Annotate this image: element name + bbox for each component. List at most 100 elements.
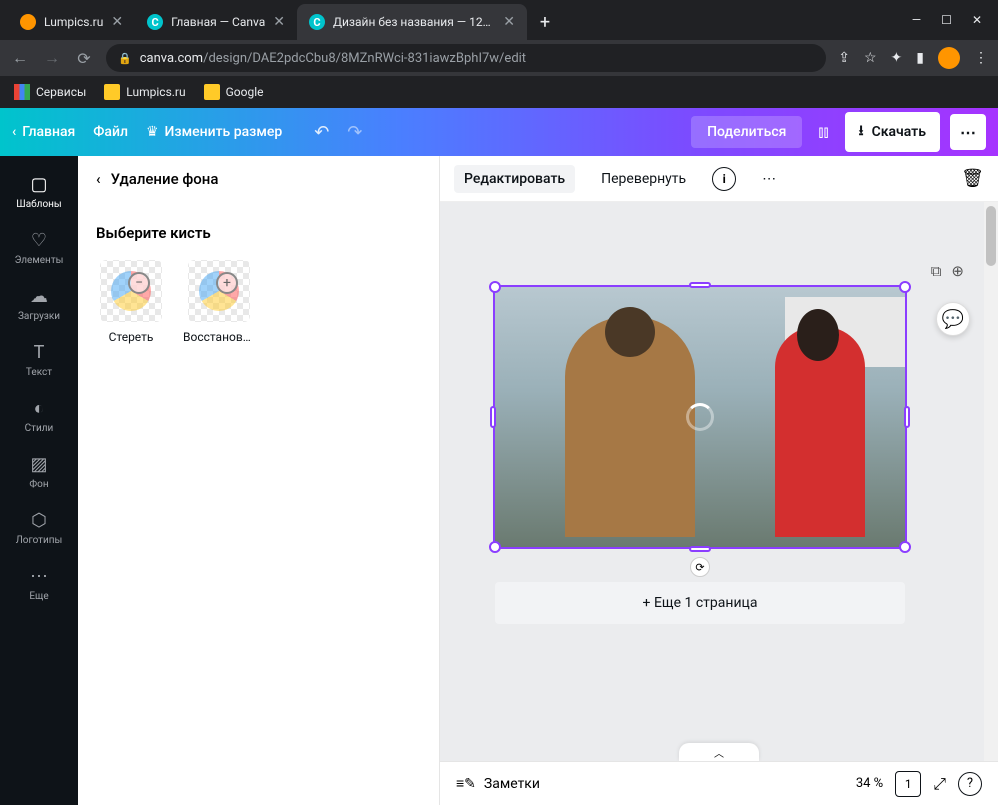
download-button[interactable]: ⭳ Скачать <box>845 112 940 152</box>
scrollbar-vertical[interactable] <box>984 202 998 761</box>
reload-icon[interactable]: ⟳ <box>74 49 94 68</box>
tab-lumpics[interactable]: Lumpics.ru ✕ <box>8 4 135 40</box>
uploads-icon: ☁ <box>30 286 48 307</box>
bookmark-google[interactable]: Google <box>204 84 264 100</box>
lock-icon: 🔒 <box>118 52 132 65</box>
help-icon[interactable]: ? <box>958 772 982 796</box>
resize-handle-tl[interactable] <box>489 281 501 293</box>
pages-drawer-toggle[interactable]: ︿ <box>679 743 759 761</box>
rail-logos[interactable]: ⬡Логотипы <box>0 500 78 556</box>
rail-text[interactable]: TТекст <box>0 332 78 388</box>
browser-titlebar: Lumpics.ru ✕ C Главная — Canva ✕ C Дизай… <box>0 0 998 40</box>
tab-canva-home[interactable]: C Главная — Canva ✕ <box>135 4 297 40</box>
menu-icon[interactable]: ⋮ <box>974 50 988 66</box>
more-button[interactable]: ⋯ <box>950 114 986 150</box>
resize-button[interactable]: ♛ Изменить размер <box>146 124 282 140</box>
undo-icon[interactable]: ↶ <box>314 122 329 143</box>
forward-icon[interactable]: → <box>42 48 62 68</box>
brush-erase[interactable]: − Стереть <box>96 260 166 344</box>
resize-label: Изменить размер <box>165 124 283 140</box>
bookmark-lumpics[interactable]: Lumpics.ru <box>104 84 185 100</box>
plus-icon: + <box>216 272 238 294</box>
favicon-icon <box>20 14 36 30</box>
home-button[interactable]: ‹ Главная <box>12 124 75 140</box>
add-page-icon[interactable]: ⊕ <box>951 262 964 280</box>
rotate-handle[interactable]: ⟳ <box>690 557 710 577</box>
rail-label: Логотипы <box>16 535 63 546</box>
star-icon[interactable]: ☆ <box>864 50 877 66</box>
add-page-button[interactable]: + Еще 1 страница <box>495 582 905 624</box>
back-icon[interactable]: ← <box>10 48 30 68</box>
extensions-icon[interactable]: ✦ <box>891 50 903 66</box>
canvas-page[interactable]: ⟳ <box>495 287 905 547</box>
topbar-left: ‹ Главная Файл ♛ Изменить размер <box>12 124 282 140</box>
rail-elements[interactable]: ♡Элементы <box>0 220 78 276</box>
file-button[interactable]: Файл <box>93 124 128 140</box>
notes-icon: ≡✎ <box>456 775 476 792</box>
resize-handle-right[interactable] <box>904 406 910 428</box>
rail-uploads[interactable]: ☁Загрузки <box>0 276 78 332</box>
side-rail: ▢Шаблоны ♡Элементы ☁Загрузки TТекст ◐ Сти… <box>0 156 78 805</box>
rail-label: Шаблоны <box>16 199 61 210</box>
redo-icon[interactable]: ↷ <box>347 122 362 143</box>
resize-handle-top[interactable] <box>689 282 711 288</box>
rail-label: Элементы <box>15 255 64 266</box>
panel-title: Удаление фона <box>111 170 219 188</box>
rail-more[interactable]: ⋯Еще <box>0 556 78 612</box>
new-tab-button[interactable]: + <box>531 8 559 36</box>
rail-templates[interactable]: ▢Шаблоны <box>0 164 78 220</box>
share-url-icon[interactable]: ⇪ <box>838 50 850 66</box>
tab-label: Главная — Canva <box>171 15 265 29</box>
panel-back-button[interactable]: ‹ Удаление фона <box>96 170 421 188</box>
bookmark-label: Сервисы <box>36 85 86 99</box>
maximize-icon[interactable]: ☐ <box>941 13 952 27</box>
context-more-icon[interactable]: ⋯ <box>752 165 786 193</box>
brush-label: Стереть <box>109 330 154 344</box>
resize-handle-bl[interactable] <box>489 541 501 553</box>
trash-icon[interactable]: 🗑 <box>961 168 984 189</box>
url-input[interactable]: 🔒 canva.com/design/DAE2pdcCbu8/8MZnRWci-… <box>106 44 826 72</box>
puzzle-icon[interactable]: ▮ <box>916 50 924 66</box>
address-bar: ← → ⟳ 🔒 canva.com/design/DAE2pdcCbu8/8MZ… <box>0 40 998 76</box>
info-icon[interactable]: i <box>712 167 736 191</box>
rail-label: Стили <box>25 423 54 434</box>
edit-button[interactable]: Редактировать <box>454 165 575 193</box>
app-body: ▢Шаблоны ♡Элементы ☁Загрузки TТекст ◐ Сти… <box>0 156 998 805</box>
share-button[interactable]: Поделиться <box>691 116 802 148</box>
text-icon: T <box>34 342 45 363</box>
notes-button[interactable]: ≡✎ Заметки <box>456 775 540 792</box>
profile-avatar[interactable] <box>938 47 960 69</box>
flip-button[interactable]: Перевернуть <box>591 165 696 193</box>
fullscreen-icon[interactable]: ⤢ <box>933 774 946 794</box>
bookmark-services[interactable]: Сервисы <box>14 84 86 100</box>
duplicate-page-icon[interactable]: ⧉ <box>931 262 942 280</box>
resize-handle-br[interactable] <box>899 541 911 553</box>
apps-icon <box>14 84 30 100</box>
resize-handle-tr[interactable] <box>899 281 911 293</box>
close-window-icon[interactable]: ✕ <box>972 13 982 27</box>
chevron-left-icon: ‹ <box>12 124 16 140</box>
more-icon: ⋯ <box>30 566 48 587</box>
notes-label: Заметки <box>484 776 540 792</box>
close-icon[interactable]: ✕ <box>503 14 515 30</box>
tab-canva-design[interactable]: C Дизайн без названия — 1200 ✕ <box>297 4 527 40</box>
page-number[interactable]: 1 <box>895 771 921 797</box>
context-toolbar: Редактировать Перевернуть i ⋯ 🗑 <box>440 156 998 202</box>
rail-styles[interactable]: ◐ Стили <box>0 388 78 444</box>
scroll-thumb[interactable] <box>986 206 996 266</box>
styles-icon: ◐ <box>34 398 45 419</box>
close-icon[interactable]: ✕ <box>111 14 123 30</box>
resize-handle-bottom[interactable] <box>689 546 711 552</box>
topbar-center: ↶ ↷ <box>314 122 683 143</box>
canvas-stage[interactable]: ⧉ ⊕ <box>440 202 998 761</box>
close-icon[interactable]: ✕ <box>273 14 285 30</box>
brush-restore[interactable]: + Восстанови... <box>184 260 254 344</box>
minimize-icon[interactable]: — <box>912 13 921 27</box>
brush-list: − Стереть + Восстанови... <box>96 260 421 344</box>
tab-label: Lumpics.ru <box>44 15 103 29</box>
insights-icon[interactable]: ⫾⫾ <box>812 116 834 148</box>
comment-fab[interactable]: 💬 <box>936 302 970 336</box>
zoom-level[interactable]: 34 % <box>856 776 883 791</box>
resize-handle-left[interactable] <box>490 406 496 428</box>
rail-background[interactable]: ▨Фон <box>0 444 78 500</box>
